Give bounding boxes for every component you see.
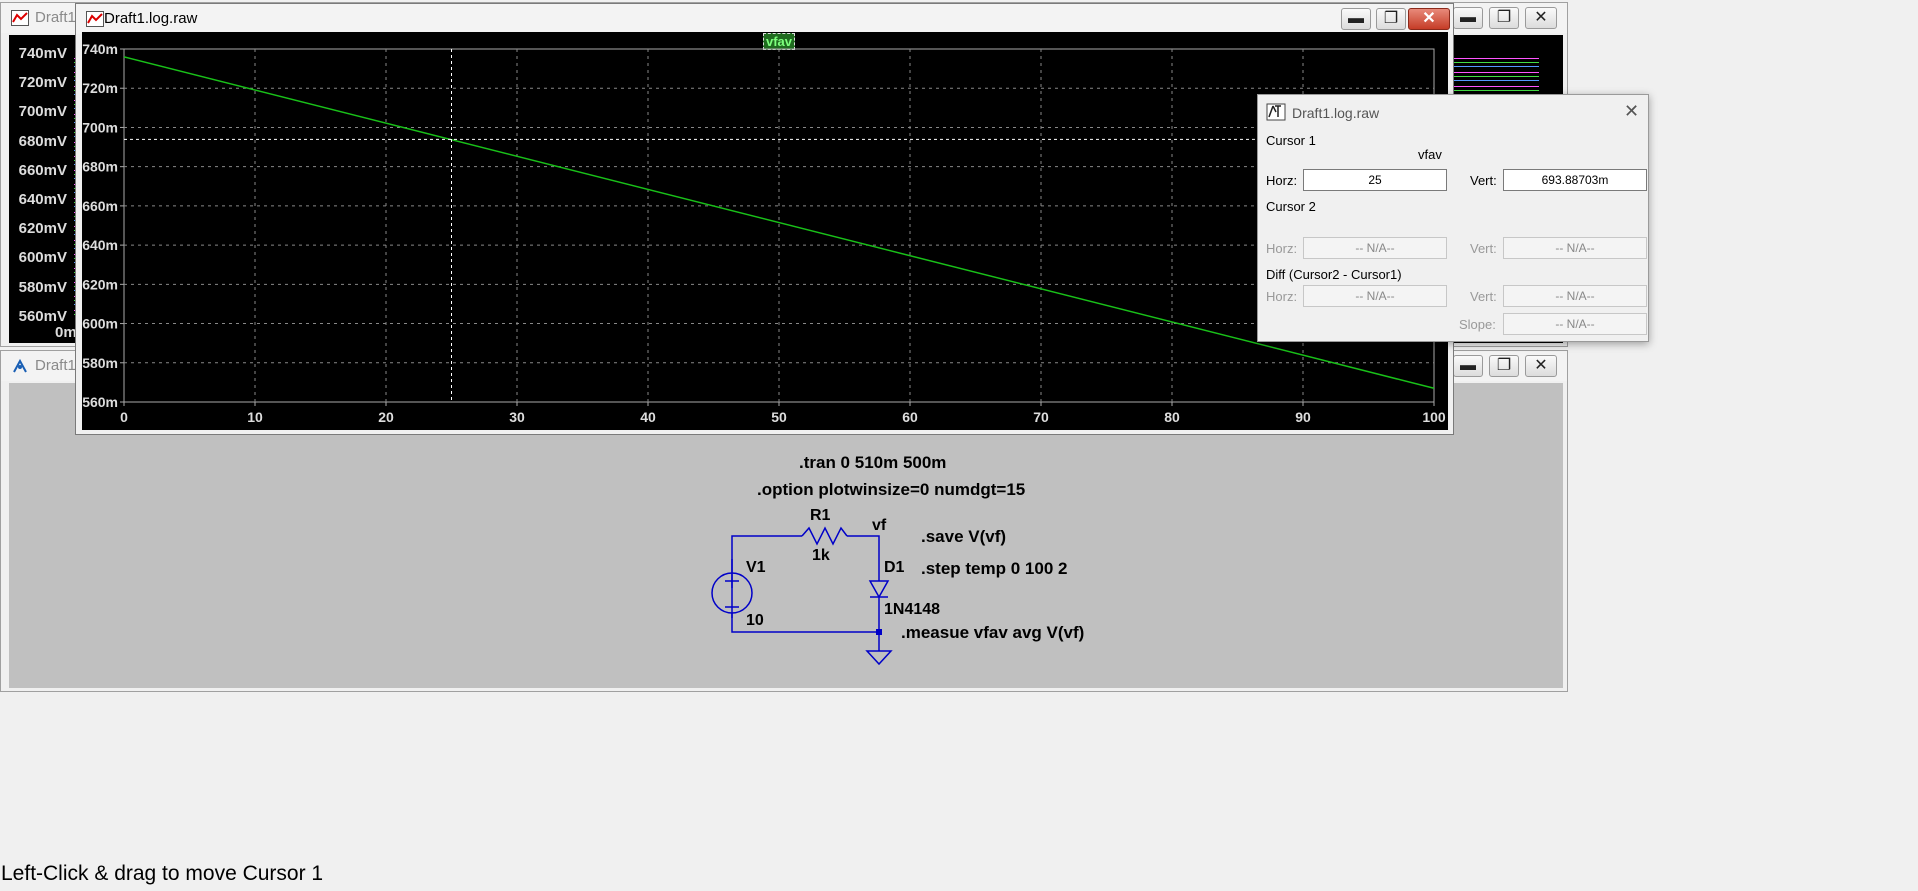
y-tick-label: 740m [82, 41, 118, 57]
diode-d1 [868, 580, 890, 599]
cursor2-horz-field: -- N/A-- [1303, 237, 1447, 259]
d1-model[interactable]: 1N4148 [884, 601, 940, 619]
background-y-tick-label: 560mV [18, 307, 67, 325]
status-text: Left-Click & drag to move Cursor 1 [1, 862, 324, 885]
plot-window[interactable]: Draft1.log.raw ▬ ❐ ✕ vfav 0 10 20 30 40 50 60 7… [75, 3, 1454, 435]
r1-value[interactable]: 1k [812, 547, 830, 565]
y-tick-label: 680m [82, 159, 118, 175]
schematic-minimize-button[interactable]: ▬ [1453, 355, 1483, 377]
x-tick-label: 0 [120, 409, 128, 425]
cursor1-horz-field[interactable]: 25 [1303, 169, 1447, 191]
v1-value[interactable]: 10 [746, 612, 764, 630]
diff-vert-field: -- N/A-- [1503, 285, 1647, 307]
background-y-tick-label: 740mV [18, 45, 67, 62]
slope-field: -- N/A-- [1503, 313, 1647, 335]
cursor2-vert-label: Vert: [1470, 241, 1497, 256]
background-y-tick-label: 660mV [18, 161, 67, 179]
status-bar: Left-Click & drag to move Cursor 1 [0, 856, 1918, 891]
y-tick-label: 600m [82, 316, 118, 332]
schematic-maximize-button[interactable]: ❐ [1489, 355, 1519, 377]
background-y-tick-label: 620mV [18, 220, 67, 238]
waveform-chart[interactable]: 0 10 20 30 40 50 60 70 80 90 100 740m 720m 700m 680m 66… [82, 32, 1448, 430]
ground-symbol [865, 650, 893, 666]
cursor2-horz-label: Horz: [1266, 241, 1298, 256]
y-tick-label: 620m [82, 276, 118, 292]
cursor1-vert-label: Vert: [1470, 173, 1497, 188]
background-y-tick-label: 680mV [18, 132, 67, 150]
cursor1-trace-name: vfav [1418, 147, 1442, 162]
plot-window-title: Draft1.log.raw [104, 10, 198, 27]
cursor-dialog-close-icon[interactable]: ✕ [1624, 101, 1639, 122]
close-button[interactable]: ✕ [1525, 7, 1557, 29]
schematic-window-icon [13, 358, 27, 373]
x-tick-label: 80 [1164, 409, 1180, 425]
wire-top-left [731, 535, 802, 618]
x-tick-label: 10 [247, 409, 263, 425]
y-tick-label: 700m [82, 119, 118, 135]
slope-label: Slope: [1459, 317, 1496, 332]
plot-maximize-button[interactable]: ❐ [1376, 8, 1406, 30]
x-tick-label: 40 [640, 409, 656, 425]
x-tick-label: 70 [1033, 409, 1049, 425]
minimize-button[interactable]: ▬ [1453, 7, 1483, 29]
diff-horz-field: -- N/A-- [1303, 285, 1447, 307]
y-tick-label: 560m [82, 394, 118, 410]
x-tick-label: 90 [1295, 409, 1311, 425]
plot-close-button[interactable]: ✕ [1408, 8, 1450, 30]
wire-top-right [847, 535, 880, 581]
background-y-tick-label: 600mV [18, 249, 67, 267]
x-tick-label: 20 [378, 409, 394, 425]
y-tick-label: 580m [82, 355, 118, 371]
diff-vert-label: Vert: [1470, 289, 1497, 304]
waveform-window-icon [11, 10, 29, 26]
x-tick-label: 60 [902, 409, 918, 425]
background-y-tick-label: 580mV [18, 278, 67, 296]
cursor1-group-label: Cursor 1 [1266, 133, 1316, 148]
diff-group-label: Diff (Cursor2 - Cursor1) [1266, 267, 1402, 282]
cursor2-vert-field: -- N/A-- [1503, 237, 1647, 259]
background-y-tick-label: 720mV [18, 74, 67, 92]
y-tick-label: 720m [82, 80, 118, 96]
cursor1-vert-field[interactable]: 693.88703m [1503, 169, 1647, 191]
cursor-dialog-icon [1266, 103, 1286, 121]
schematic-close-button[interactable]: ✕ [1525, 355, 1557, 377]
diff-horz-label: Horz: [1266, 289, 1298, 304]
node-label-vf[interactable]: vf [872, 517, 886, 535]
cursor-dialog[interactable]: Draft1.log.raw ✕ Cursor 1 vfav Horz: 25 … [1257, 94, 1649, 342]
waveform-window-icon [86, 11, 104, 27]
y-tick-label: 640m [82, 237, 118, 253]
maximize-button[interactable]: ❐ [1489, 7, 1519, 29]
x-tick-label: 100 [1422, 409, 1446, 425]
cursor1-horz-label: Horz: [1266, 173, 1298, 188]
r1-name[interactable]: R1 [810, 507, 830, 525]
x-tick-label: 30 [509, 409, 525, 425]
cursor2-group-label: Cursor 2 [1266, 199, 1316, 214]
background-y-tick-label: 640mV [18, 191, 67, 208]
y-tick-label: 660m [82, 198, 118, 214]
plot-window-titlebar[interactable]: Draft1.log.raw ▬ ❐ ✕ [76, 4, 1453, 34]
x-tick-label: 50 [771, 409, 787, 425]
plot-area[interactable]: vfav 0 10 20 30 40 50 60 70 80 90 100 740m 720m 700m 6… [82, 32, 1448, 430]
d1-name[interactable]: D1 [884, 559, 904, 577]
background-y-tick-label: 700mV [18, 103, 67, 121]
plot-minimize-button[interactable]: ▬ [1341, 8, 1371, 30]
resistor-r1 [801, 526, 848, 546]
cursor-dialog-title: Draft1.log.raw [1292, 105, 1380, 121]
v1-name[interactable]: V1 [746, 559, 766, 577]
